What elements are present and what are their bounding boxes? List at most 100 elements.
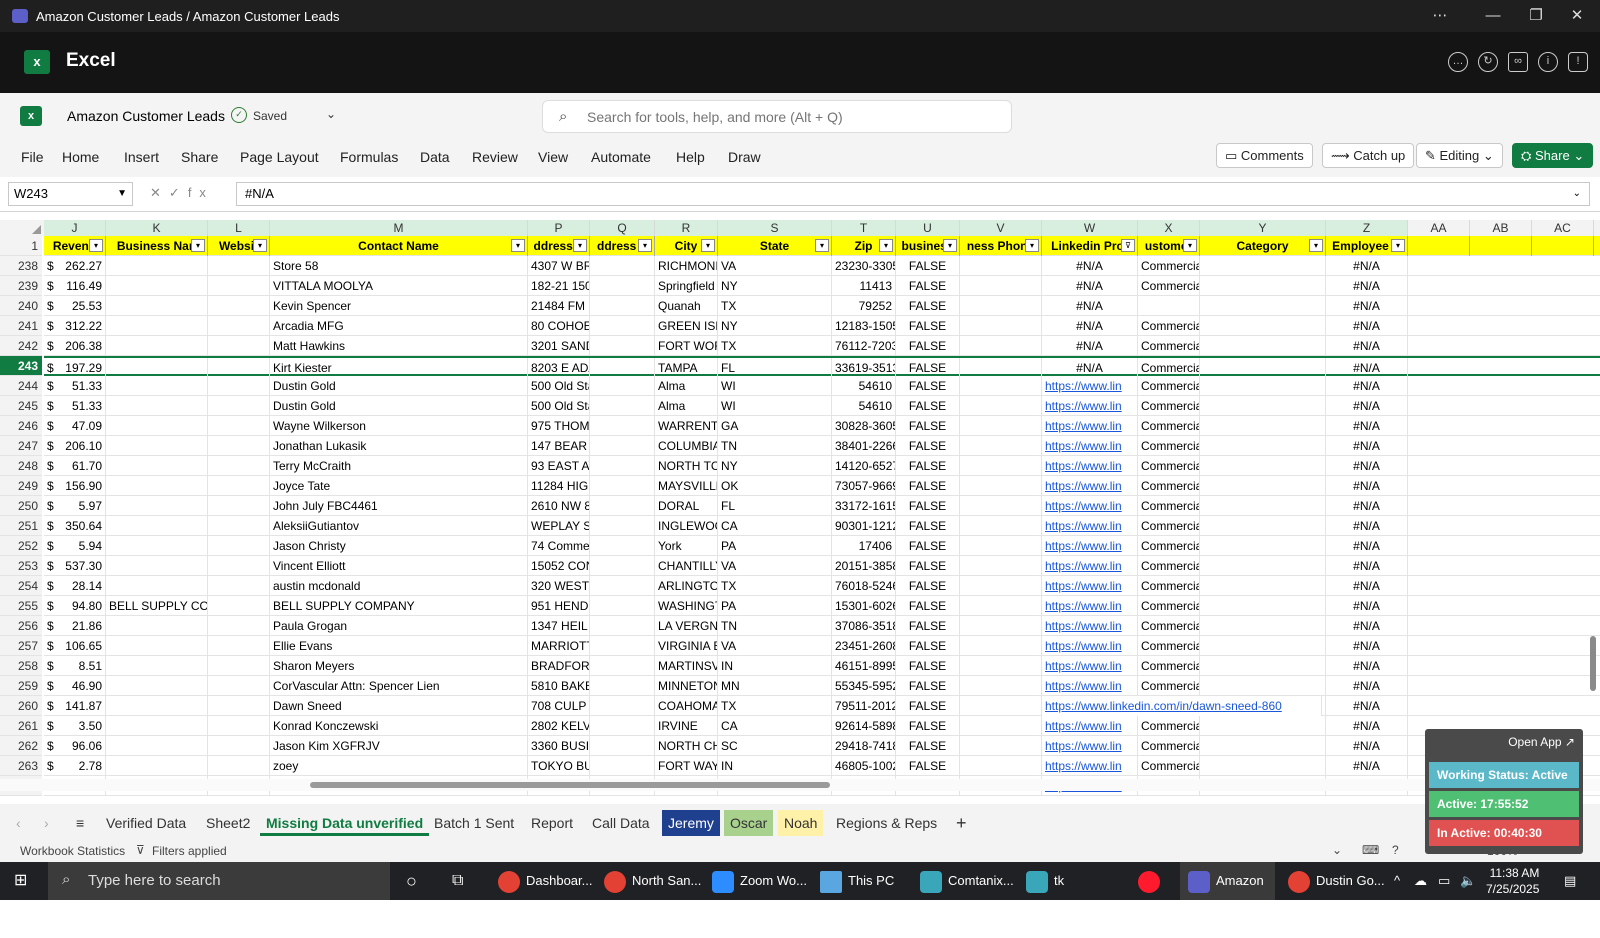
column-title[interactable]	[1532, 236, 1594, 256]
cell[interactable]: #N/A	[1326, 516, 1408, 536]
fx-icon[interactable]: fx	[188, 185, 214, 200]
cell[interactable]: York	[655, 536, 718, 556]
cell[interactable]: https://www.lin	[1042, 756, 1138, 776]
cell[interactable]: https://www.lin	[1042, 516, 1138, 536]
cell[interactable]	[208, 576, 270, 596]
cell[interactable]	[1200, 636, 1326, 656]
cell[interactable]	[960, 396, 1042, 416]
cell[interactable]: BELL SUPPLY COMPANY	[106, 596, 208, 616]
cell[interactable]: 92614-5898	[832, 716, 896, 736]
cell[interactable]	[590, 436, 655, 456]
cell[interactable]: 54610	[832, 396, 896, 416]
cell[interactable]: https://www.lin	[1042, 596, 1138, 616]
filter-dropdown-icon[interactable]: ▾	[701, 239, 715, 252]
cortana-icon[interactable]: ○	[406, 862, 417, 900]
cell[interactable]	[1200, 756, 1326, 776]
cell[interactable]: #N/A	[1326, 416, 1408, 436]
comments-button[interactable]: ▭ Comments	[1216, 143, 1313, 168]
column-title[interactable]	[1470, 236, 1532, 256]
cell[interactable]	[208, 276, 270, 296]
menu-review[interactable]: Review	[472, 149, 518, 165]
cell[interactable]	[106, 456, 208, 476]
cell[interactable]: austin mcdonald	[270, 576, 528, 596]
opera-icon[interactable]	[1138, 862, 1166, 900]
cell[interactable]: $47.09	[44, 416, 106, 436]
cell[interactable]	[590, 456, 655, 476]
cell[interactable]: WARRENT	[655, 416, 718, 436]
cell[interactable]	[960, 616, 1042, 636]
cell[interactable]: #N/A	[1326, 396, 1408, 416]
row-header[interactable]: 241	[0, 316, 42, 336]
cell[interactable]: https://www.lin	[1042, 376, 1138, 396]
cell[interactable]: Commercial	[1138, 756, 1200, 776]
cell[interactable]: RICHMONI	[655, 256, 718, 276]
cell[interactable]: #N/A	[1326, 256, 1408, 276]
column-title[interactable]: ddress L ▾	[528, 236, 590, 256]
cell[interactable]: 182-21 150 DXB 66262	[528, 276, 590, 296]
cell[interactable]: #N/A	[1326, 436, 1408, 456]
cell[interactable]	[106, 736, 208, 756]
cell[interactable]: NY	[718, 276, 832, 296]
cell[interactable]: Commercial	[1138, 716, 1200, 736]
cell[interactable]: Commercial	[1138, 596, 1200, 616]
expand-icon[interactable]: ⌄	[1573, 183, 1581, 205]
cell[interactable]: $141.87	[44, 696, 106, 716]
cell[interactable]: COAHOMA	[655, 696, 718, 716]
column-title[interactable]: business ▾	[896, 236, 960, 256]
cell[interactable]	[106, 576, 208, 596]
cell[interactable]: WI	[718, 376, 832, 396]
cell[interactable]: SC	[718, 736, 832, 756]
row-header[interactable]: 255	[0, 596, 42, 616]
column-title[interactable]: Revenu ▾	[44, 236, 106, 256]
cell[interactable]	[960, 436, 1042, 456]
cell[interactable]: $3.50	[44, 716, 106, 736]
tab-regions-reps[interactable]: Regions & Reps	[830, 810, 943, 836]
cell[interactable]	[590, 656, 655, 676]
cell[interactable]	[1138, 296, 1200, 316]
cell[interactable]: VA	[718, 636, 832, 656]
cell[interactable]	[208, 516, 270, 536]
cell[interactable]: WEPLAY S 235 W FLO	[528, 516, 590, 536]
cell[interactable]: https://www.lin	[1042, 556, 1138, 576]
cell[interactable]: 90301-1212	[832, 516, 896, 536]
keyboard-icon[interactable]: ⌨	[1362, 843, 1379, 857]
cell[interactable]: 79252	[832, 296, 896, 316]
taskbar-app-dashboard[interactable]: Dashboar...	[498, 862, 593, 900]
cell[interactable]: https://www.lin	[1042, 656, 1138, 676]
cell[interactable]: 76112-7203	[832, 336, 896, 356]
cell[interactable]	[208, 756, 270, 776]
cell[interactable]	[208, 596, 270, 616]
cell[interactable]	[590, 376, 655, 396]
cell[interactable]	[106, 616, 208, 636]
cell[interactable]: 11413	[832, 276, 896, 296]
filter-dropdown-icon[interactable]: ▾	[1309, 239, 1323, 252]
cell[interactable]: $312.22	[44, 316, 106, 336]
minimize-icon[interactable]: —	[1473, 4, 1513, 28]
cell[interactable]	[960, 336, 1042, 356]
cell[interactable]	[960, 276, 1042, 296]
cell[interactable]: PA	[718, 536, 832, 556]
cell[interactable]	[208, 358, 270, 378]
row-header[interactable]: 254	[0, 576, 42, 596]
cell[interactable]	[960, 516, 1042, 536]
column-title[interactable]: State ▾	[718, 236, 832, 256]
cell[interactable]: TX	[718, 296, 832, 316]
cell[interactable]	[590, 276, 655, 296]
cell[interactable]: 5810 BAKER RD STE	[528, 676, 590, 696]
column-header-m[interactable]: M	[270, 220, 528, 236]
cell[interactable]: VA	[718, 556, 832, 576]
cell[interactable]: MARRIOTT 4201 ATLA	[528, 636, 590, 656]
column-header-t[interactable]: T	[832, 220, 896, 236]
cell[interactable]: #N/A	[1326, 596, 1408, 616]
column-title[interactable]: Category ▾	[1200, 236, 1326, 256]
cell[interactable]	[960, 296, 1042, 316]
row-header[interactable]: 1	[0, 236, 42, 256]
cell[interactable]: Commercial	[1138, 656, 1200, 676]
cell[interactable]: Ellie Evans	[270, 636, 528, 656]
cell[interactable]	[590, 256, 655, 276]
tab-batch-1-sent[interactable]: Batch 1 Sent	[428, 810, 520, 836]
cell[interactable]: 8203 E ADAMO DR	[528, 358, 590, 378]
cell[interactable]: DORAL	[655, 496, 718, 516]
column-title[interactable]: Contact Name ▾	[270, 236, 528, 256]
cell[interactable]	[960, 636, 1042, 656]
